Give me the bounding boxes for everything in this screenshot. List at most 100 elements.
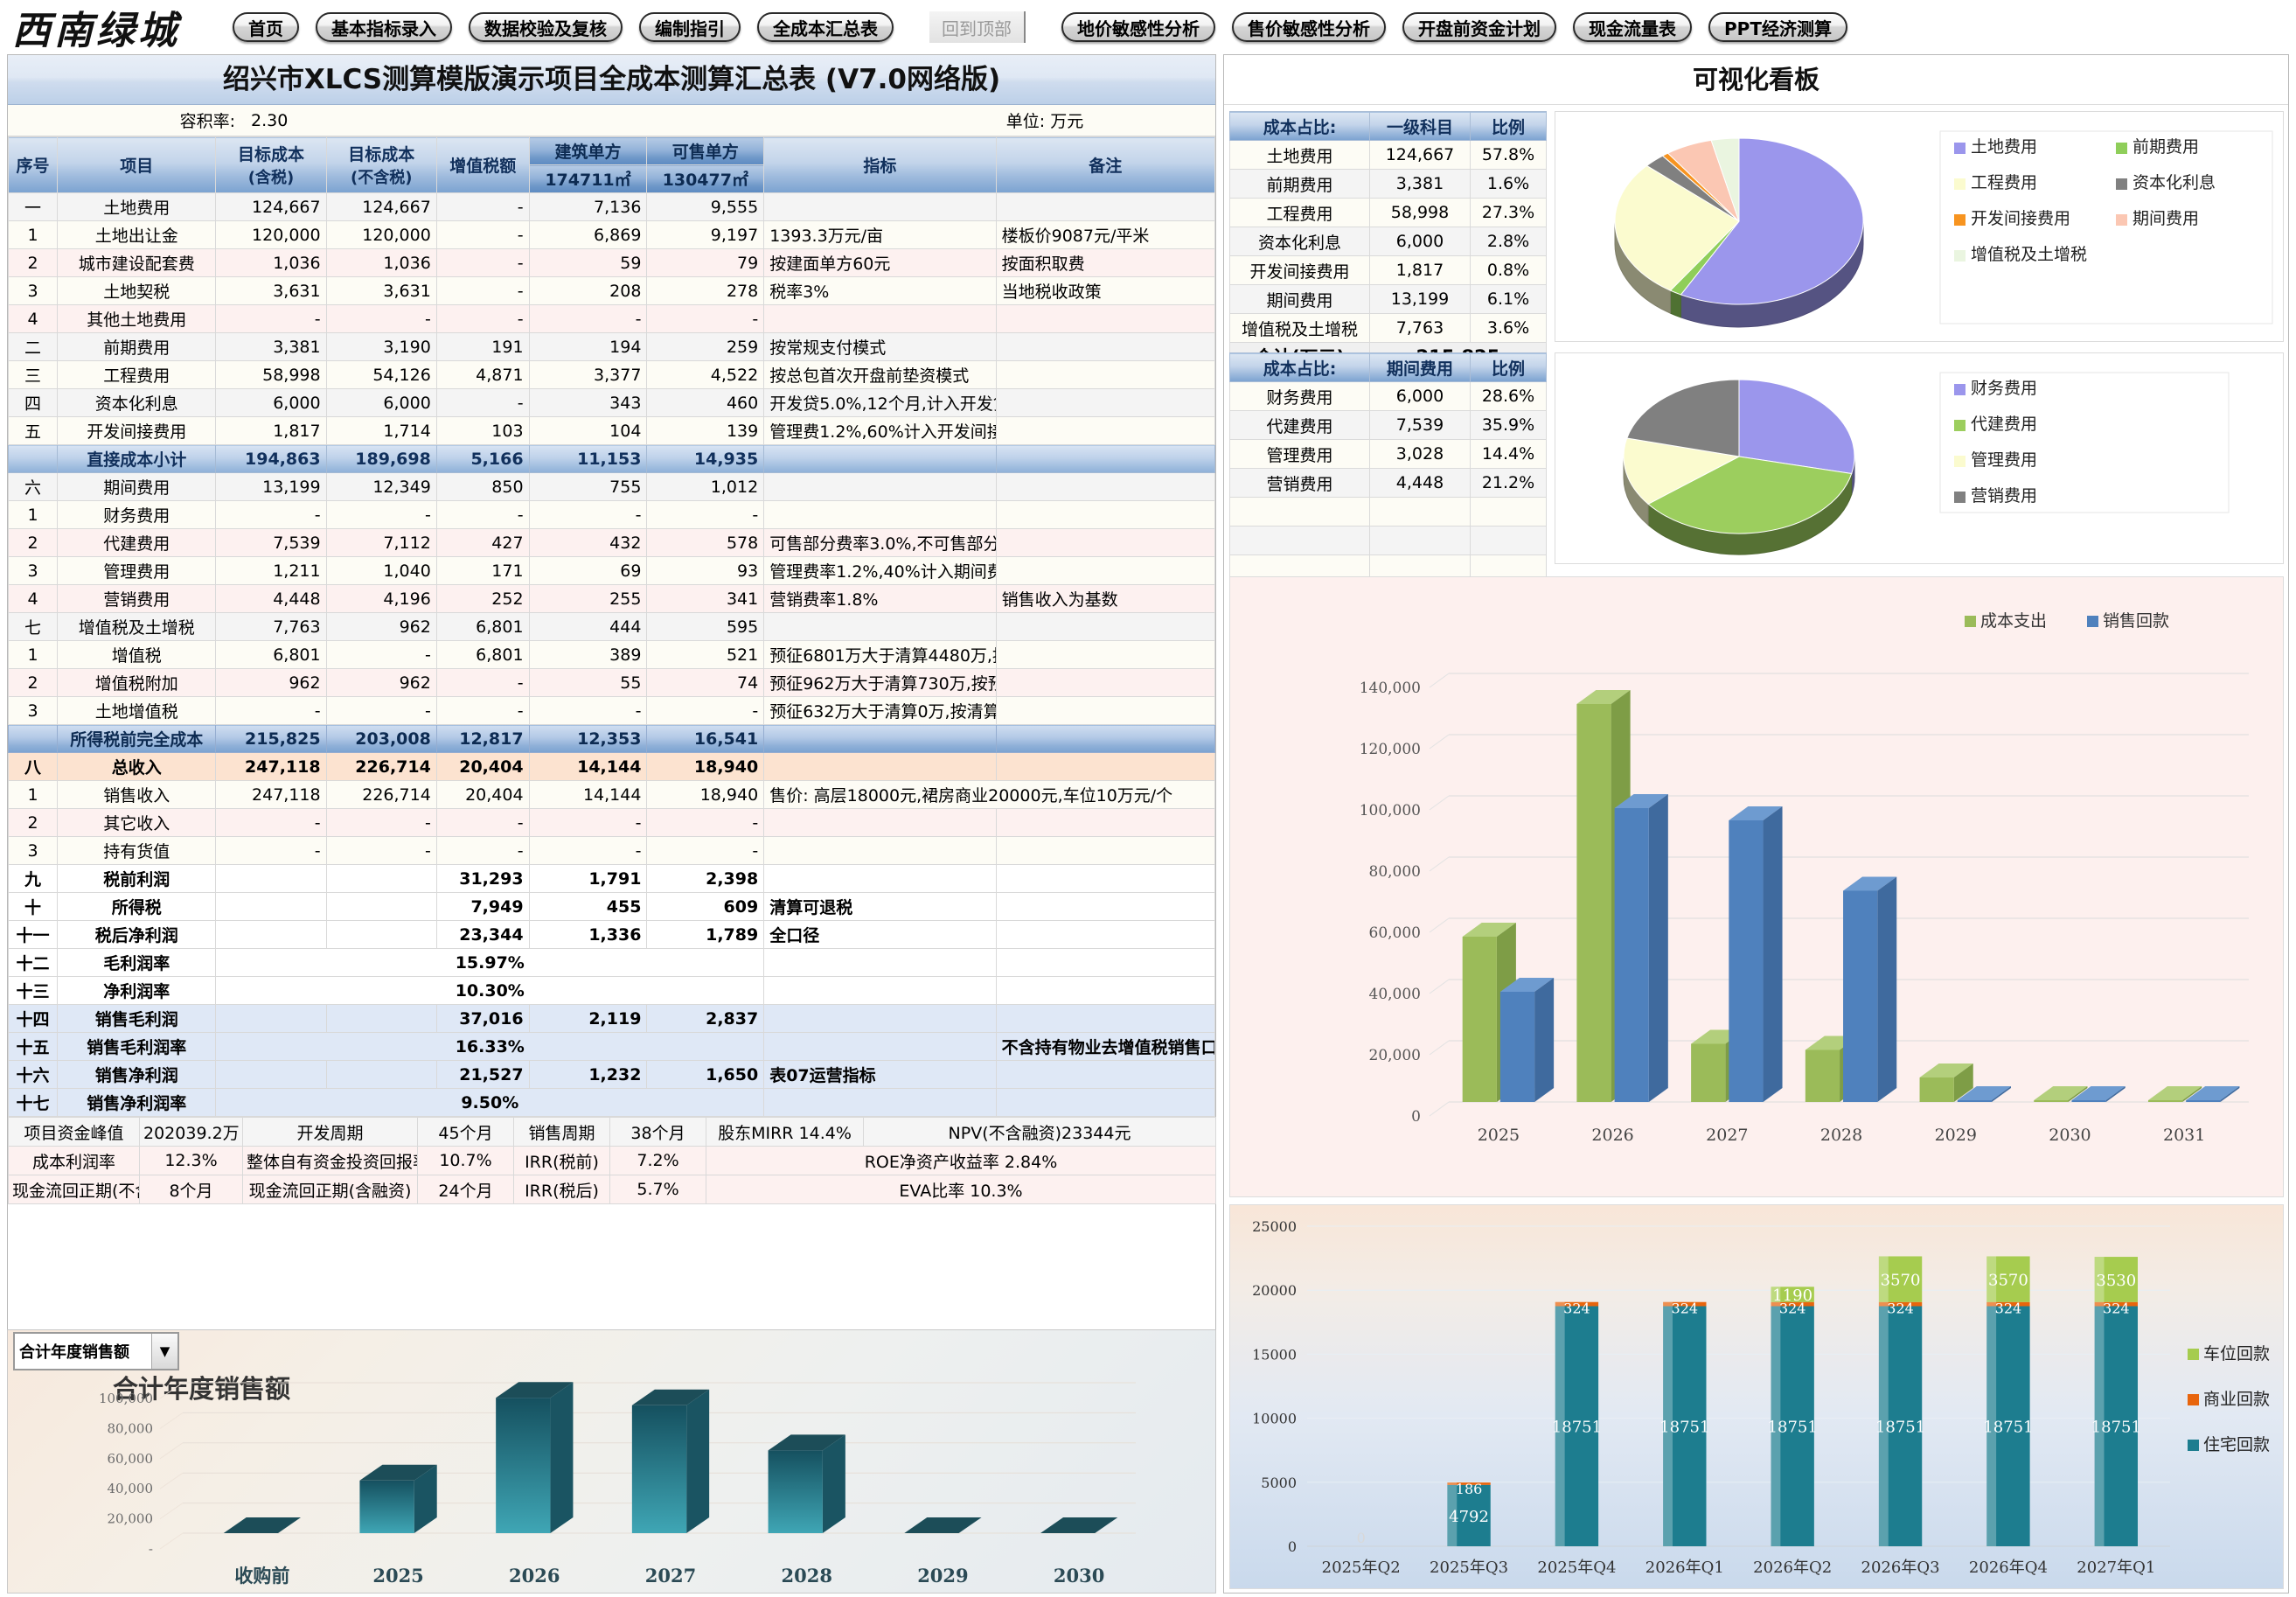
svg-text:2029: 2029 bbox=[917, 1565, 968, 1587]
svg-text:资本化利息: 资本化利息 bbox=[2132, 173, 2216, 192]
cell-target-no-tax: 226,714 bbox=[325, 780, 437, 809]
cell-seq: 十五 bbox=[7, 1032, 59, 1061]
cell-indicator: 1393.3万元/亩 bbox=[763, 220, 997, 249]
th-target-no-tax-main: 目标成本 bbox=[348, 145, 415, 164]
svg-text:2028: 2028 bbox=[781, 1565, 831, 1587]
th-level1-subject: 一级科目 bbox=[1369, 111, 1471, 141]
cell-item: 持有货值 bbox=[57, 836, 217, 865]
cell-build-unit: 55 bbox=[528, 668, 648, 697]
table-row: 二前期费用 3,381 3,190 191 194 259 按常规支付模式 bbox=[7, 332, 1216, 361]
svg-text:324: 324 bbox=[1672, 1301, 1699, 1317]
kpi-cell: 股东MIRR 14.4% bbox=[706, 1117, 864, 1147]
table-row: 十三 净利润率 10.30% bbox=[7, 976, 1216, 1005]
cell-target-with-tax: 3,381 bbox=[215, 332, 327, 361]
svg-text:324: 324 bbox=[1995, 1301, 2022, 1317]
nav-sale-price-sensitivity-button[interactable]: 售价敏感性分析 bbox=[1232, 12, 1386, 42]
cell-value bbox=[1369, 526, 1471, 555]
nav-home-button[interactable]: 首页 bbox=[233, 12, 299, 42]
nav-cash-flow-statement-button[interactable]: 现金流量表 bbox=[1573, 12, 1692, 42]
cell-remark: 销售收入为基数 bbox=[995, 584, 1216, 613]
cell-target-no-tax: 3,190 bbox=[325, 332, 437, 361]
cell-sell-unit: 1,789 bbox=[646, 920, 765, 949]
cell-target-no-tax: 1,040 bbox=[325, 556, 437, 585]
cell-build-unit: 432 bbox=[528, 528, 648, 557]
cell-value: 3,028 bbox=[1369, 439, 1471, 469]
cost-ratio-table-2-wrap: 成本占比: 期间费用 比例 财务费用 6,000 28.6% 代建费用 7,539 35.… bbox=[1229, 352, 1547, 613]
annual-sales-dropdown[interactable]: 合计年度销售额 ▼ bbox=[13, 1332, 179, 1370]
svg-text:40,000: 40,000 bbox=[1369, 986, 1421, 1003]
cell-vat: 23,344 bbox=[435, 920, 530, 949]
dropdown-selected-value: 合计年度销售额 bbox=[19, 1343, 129, 1362]
table-row: 十六 销售净利润 21,527 1,232 1,650 表07运营指标 bbox=[7, 1060, 1216, 1089]
cell-target-with-tax: - bbox=[215, 696, 327, 725]
cell-target-with-tax: 6,801 bbox=[215, 640, 327, 669]
nav-land-price-sensitivity-button[interactable]: 地价敏感性分析 bbox=[1061, 12, 1215, 42]
list-item: 土地费用 124,667 57.8% bbox=[1229, 140, 1547, 170]
kpi-cell: IRR(税前) bbox=[513, 1146, 610, 1175]
nav-data-validation-button[interactable]: 数据校验及复核 bbox=[469, 12, 623, 42]
cell-item: 营销费用 bbox=[57, 584, 217, 613]
cell-seq: 十七 bbox=[7, 1088, 59, 1117]
kpi-cell: 12.3% bbox=[139, 1146, 243, 1175]
cell-build-unit: 7,136 bbox=[528, 192, 648, 221]
back-to-top-button[interactable]: 回到顶部 bbox=[929, 11, 1026, 43]
cell-sell-unit: 18,940 bbox=[646, 780, 765, 809]
nav-pre-launch-fund-plan-button[interactable]: 开盘前资金计划 bbox=[1402, 12, 1556, 42]
svg-text:18751: 18751 bbox=[1552, 1419, 1602, 1437]
table-row: 4 营销费用 4,448 4,196 252 255 341 营销费率1.8% 销售收入为基数 bbox=[7, 584, 1216, 613]
cell-vat: 850 bbox=[435, 472, 530, 501]
cell-sell-unit: 1,012 bbox=[646, 472, 765, 501]
cell-pct: 1.6% bbox=[1470, 169, 1547, 199]
cell-indicator bbox=[763, 1004, 997, 1033]
nav-full-cost-summary-button[interactable]: 全成本汇总表 bbox=[757, 12, 894, 42]
cell-remark bbox=[995, 612, 1216, 641]
kpi-cell: 5.7% bbox=[609, 1175, 706, 1204]
chevron-down-icon[interactable]: ▼ bbox=[151, 1334, 177, 1369]
th-target-no-tax-sub: (不含税) bbox=[350, 169, 413, 187]
cell-item: 增值税及土增税 bbox=[57, 612, 217, 641]
svg-text:0: 0 bbox=[1288, 1538, 1297, 1555]
cell-pct: 27.3% bbox=[1470, 198, 1547, 227]
table-row: 1 销售收入 247,118 226,714 20,404 14,144 18,940 售价:… bbox=[7, 780, 1215, 809]
cell-item: 毛利润率 bbox=[57, 948, 217, 977]
table-row: 3土地增值税-----预征632万大于清算0万,按清算值计入 bbox=[7, 696, 1216, 725]
cell-seq: 3 bbox=[7, 836, 59, 865]
cell-name: 土地费用 bbox=[1229, 140, 1370, 170]
cell-target-no-tax: 962 bbox=[325, 668, 437, 697]
cell-build-unit: 14,144 bbox=[528, 780, 648, 809]
svg-text:25000: 25000 bbox=[1252, 1218, 1297, 1235]
svg-text:2026年Q3: 2026年Q3 bbox=[1861, 1559, 1940, 1577]
nav-ppt-economics-button[interactable]: PPT经济测算 bbox=[1708, 12, 1847, 42]
cell-indicator: 可售部分费率3.0%,不可售部分200元/平米 bbox=[763, 528, 997, 557]
cell-target-with-tax: 215,825 bbox=[215, 724, 327, 753]
cell-target-with-tax: 962 bbox=[215, 668, 327, 697]
nav-basic-indicator-entry-button[interactable]: 基本指标录入 bbox=[316, 12, 452, 42]
cell-indicator: 管理费率1.2%,40%计入期间费为0.5% bbox=[763, 556, 997, 585]
cell-vat: - bbox=[435, 808, 530, 837]
plot-ratio-value: 2.30 bbox=[251, 110, 289, 130]
table-row: 五开发间接费用 1,817 1,714 103 104 139 管理费1.2%,60%计入开… bbox=[7, 416, 1216, 445]
cell-remark bbox=[995, 920, 1216, 949]
svg-text:管理费用: 管理费用 bbox=[1971, 450, 2037, 470]
svg-text:18751: 18751 bbox=[1983, 1419, 2033, 1437]
svg-text:4792: 4792 bbox=[1449, 1508, 1489, 1526]
svg-text:80,000: 80,000 bbox=[1369, 863, 1421, 881]
cell-remark bbox=[995, 1088, 1216, 1117]
cell-item: 税后净利润 bbox=[57, 920, 217, 949]
cell-vat: - bbox=[435, 276, 530, 305]
cell-seq: 1 bbox=[7, 640, 59, 669]
svg-text:1190: 1190 bbox=[1772, 1287, 1812, 1305]
th-sell-unit: 可售单方 bbox=[646, 136, 765, 165]
cell-seq: 四 bbox=[7, 388, 59, 417]
cell-build-unit: 389 bbox=[528, 640, 648, 669]
cell-target-with-tax: 124,667 bbox=[215, 192, 327, 221]
cell-seq: 1 bbox=[7, 500, 59, 529]
cell-indicator: 管理费1.2%,60%计入开发间接费为0.7% bbox=[763, 416, 997, 445]
svg-text:3530: 3530 bbox=[2096, 1272, 2136, 1290]
list-item: 开发间接费用 1,817 0.8% bbox=[1229, 255, 1547, 285]
nav-compilation-guide-button[interactable]: 编制指引 bbox=[639, 12, 741, 42]
cell-build-unit: 444 bbox=[528, 612, 648, 641]
cell-build-unit: 194 bbox=[528, 332, 648, 361]
kpi-cell: 成本利润率 bbox=[8, 1146, 140, 1175]
kpi-row: 现金流回正期(不含融资)8个月现金流回正期(含融资)24个月IRR(税后)5.7… bbox=[8, 1175, 1216, 1204]
